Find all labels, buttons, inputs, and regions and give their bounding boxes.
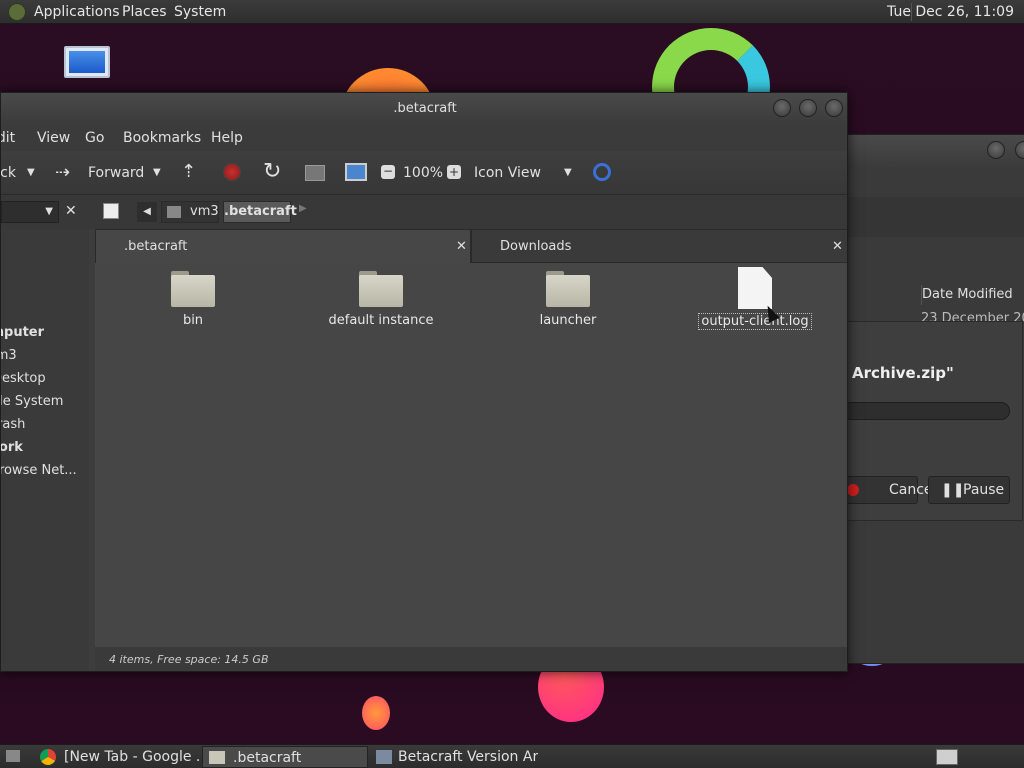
cancel-button[interactable]: Cancel [842,476,936,504]
cancel-icon [847,484,859,496]
menu-help[interactable]: Help [211,130,243,146]
menu-edit[interactable]: Edit [1,130,15,146]
toolbar: Back ▼ ⇢ Forward ▼ ⇡ ↻ − 100% + Icon Vie… [1,151,847,195]
status-bar: 4 items, Free space: 14.5 GB [95,647,847,671]
places-menu[interactable]: Places [122,4,167,20]
desktop-blob-small [362,696,390,730]
system-menu[interactable]: System [174,4,226,20]
up-icon[interactable]: ⇡ [181,161,196,182]
maximize-button[interactable] [799,99,817,117]
sidebar-item-file-system[interactable]: File System [1,394,63,409]
sidebar-item-trash[interactable]: Trash [1,417,25,432]
sidebar-item-network[interactable]: Network [1,440,23,455]
file-item[interactable]: launcher [498,271,638,328]
window-title: .betacraft [393,101,457,116]
distro-logo-icon[interactable] [8,3,26,21]
computer-icon[interactable] [345,163,367,181]
task-betacraft[interactable]: .betacraft [202,746,368,768]
file-item[interactable]: output-client.log [685,267,825,330]
sidebar-item-browse-network[interactable]: Browse Net... [1,463,77,478]
file-item[interactable]: default instance [311,271,451,328]
tab-downloads[interactable]: Downloads ✕ [471,229,847,264]
forward-button[interactable]: Forward [88,165,144,181]
archive-dialog: Archive.zip" Cancel ❚❚ Pause [841,321,1023,521]
sidebar-item-desktop[interactable]: Desktop [1,371,46,386]
stop-icon[interactable] [223,163,241,181]
close-sidebar-icon[interactable]: ✕ [65,203,77,219]
bg-toolbar [841,197,1024,237]
file-manager-window[interactable]: .betacraft Edit View Go Bookmarks Help B… [0,92,848,672]
folder-icon [171,271,215,307]
archive-title: Archive.zip" [852,364,954,382]
sidebar-item-vm3[interactable]: vm3 [1,348,17,363]
back-dropdown-icon[interactable]: ▼ [27,167,35,178]
bg-column-header-date[interactable]: Date Modified [921,285,1024,305]
menu-view[interactable]: View [37,130,70,146]
back-button[interactable]: Back [1,165,16,181]
background-window[interactable]: Date Modified 23 December 202 Archive.zi… [840,134,1024,664]
view-mode-select[interactable]: Icon View [474,165,541,181]
tab-betacraft[interactable]: .betacraft ✕ [95,229,471,263]
edit-location-icon[interactable] [103,203,119,219]
app-icon [376,750,392,764]
zoom-out-icon[interactable]: − [381,165,395,179]
folder-icon [359,271,403,307]
sidebar-selector[interactable]: ▼ [1,201,59,223]
folder-icon [209,751,225,764]
content-pane: .betacraft ✕ Downloads ✕ bin default ins… [95,229,847,671]
close-button[interactable] [825,99,843,117]
top-panel: Applications Places System Tue Dec 26, 1… [0,0,1024,24]
task-betacraft-version-archive[interactable]: Betacraft Version Ar... [372,746,538,768]
file-item[interactable]: bin [123,271,263,328]
zoom-in-icon[interactable]: + [447,165,461,179]
file-icon-view[interactable]: bin default instance launcher output-cli… [95,263,847,647]
folder-icon [546,271,590,307]
sidebar-item-computer[interactable]: Computer [1,325,44,340]
pause-button[interactable]: ❚❚ Pause [928,476,1010,504]
zoom-level: 100% [403,165,444,181]
menubar: Edit View Go Bookmarks Help [1,125,847,151]
chrome-icon [40,749,56,765]
computer-desktop-icon[interactable] [64,46,112,90]
bg-minimize-button[interactable] [987,141,1005,159]
home-icon[interactable] [305,165,325,181]
forward-arrow-icon[interactable]: ⇢ [55,162,70,183]
show-desktop-icon[interactable] [6,750,20,762]
forward-dropdown-icon[interactable]: ▼ [153,167,161,178]
workspace-switcher-icon[interactable] [936,749,958,765]
clock[interactable]: Tue Dec 26, 11:09 [887,4,1014,20]
menu-bookmarks[interactable]: Bookmarks [123,130,201,146]
pause-icon: ❚❚ [941,482,965,498]
reload-icon[interactable]: ↻ [263,159,281,184]
taskbar: [New Tab - Google ... .betacraft Betacra… [0,744,1024,768]
view-mode-dropdown-icon[interactable]: ▼ [564,167,572,178]
window-titlebar[interactable]: .betacraft [1,93,847,125]
sidebar: Computer vm3 Desktop File System Trash N… [1,229,89,671]
search-icon[interactable] [593,163,611,181]
sidebar-selector-dropdown-icon: ▼ [45,206,53,217]
minimize-button[interactable] [773,99,791,117]
menu-go[interactable]: Go [85,130,104,146]
tab-close-icon[interactable]: ✕ [456,230,467,264]
path-segment-betacraft[interactable]: .betacraft [223,201,297,223]
location-bar: ▼ ✕ ◀ vm3 .betacraft ▶ [1,195,847,229]
home-folder-icon [167,206,181,218]
path-back-arrow-icon[interactable]: ◀ [137,202,157,222]
status-text: 4 items, Free space: 14.5 GB [109,653,269,666]
file-icon [738,267,772,309]
task-google-chrome[interactable]: [New Tab - Google ... [34,746,200,768]
progress-bar [842,402,1010,420]
applications-menu[interactable]: Applications [34,4,120,20]
path-forward-arrow-icon[interactable]: ▶ [299,203,307,214]
tab-close-icon[interactable]: ✕ [832,230,843,264]
path-segment-vm3[interactable]: vm3 [161,201,219,223]
